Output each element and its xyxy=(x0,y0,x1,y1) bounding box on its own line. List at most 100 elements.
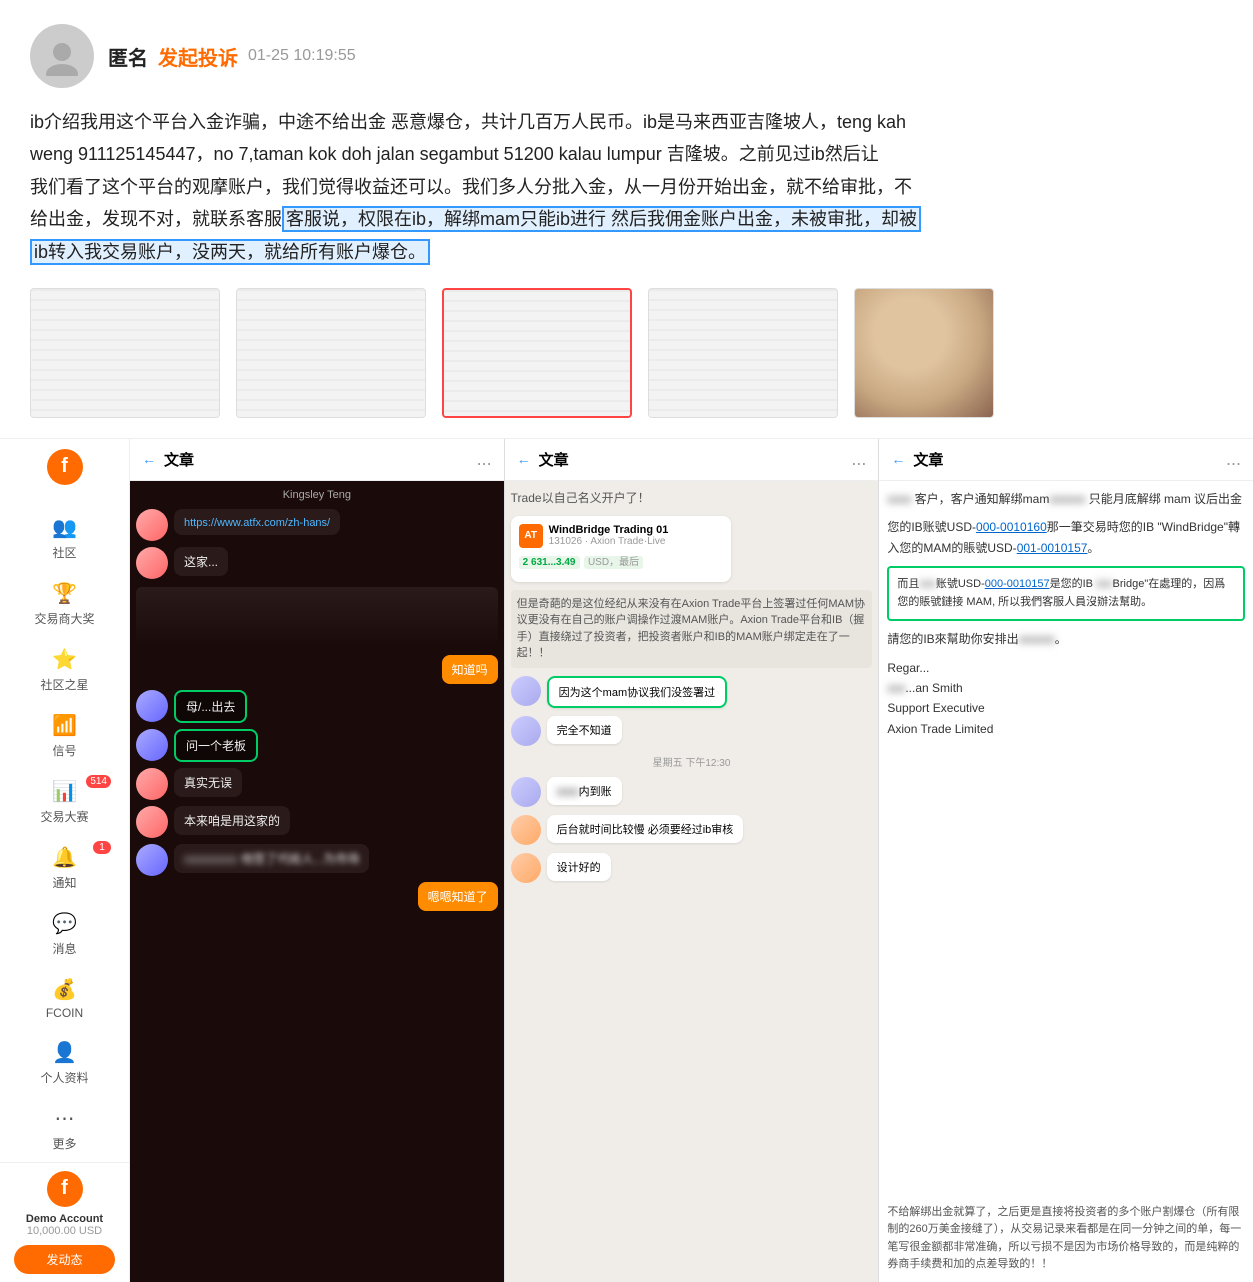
highlight-text-2: ib转入我交易账户，没两天，就给所有账户爆仓。 xyxy=(30,239,430,265)
contest-icon: 📊 xyxy=(52,779,77,804)
ss-more-3[interactable]: ... xyxy=(1226,449,1241,470)
ss-more-2[interactable]: ... xyxy=(851,449,866,470)
sidebar-item-notification[interactable]: 1 🔔 通知 xyxy=(0,835,129,901)
chat-row-1: https://www.atfx.com/zh-hans/ xyxy=(136,509,498,541)
profile-icon: 👤 xyxy=(52,1040,77,1065)
complaint-section: 匿名 发起投诉 01-25 10:19:55 ib介绍我用这个平台入金诈骗，中途… xyxy=(0,0,1253,439)
chat2-avatar-3 xyxy=(511,777,541,807)
ss-body-3: xxxx 客户，客户通知解绑mamxxxxxx 只能月底解绑 mam 议后出金 … xyxy=(879,481,1253,1282)
awards-icon: 🏆 xyxy=(52,581,77,606)
complaint-image-1[interactable] xyxy=(30,288,220,418)
chat-row-2: 这家... xyxy=(136,547,498,579)
chat-avatar-4 xyxy=(136,729,168,761)
chat-row-3: 知道吗 xyxy=(136,655,498,684)
chat-image-placeholder xyxy=(136,587,498,647)
sidebar-label-more: 更多 xyxy=(52,1135,76,1152)
chat2-row-2: 完全不知道 xyxy=(511,716,873,746)
complaint-photo[interactable] xyxy=(854,288,994,418)
sidebar-item-profile[interactable]: 👤 个人资料 xyxy=(0,1030,129,1096)
sidebar-item-more[interactable]: ⋯ 更多 xyxy=(0,1096,129,1162)
community-icon: 👥 xyxy=(52,515,77,540)
sidebar-label-awards: 交易商大奖 xyxy=(34,610,94,627)
back-arrow-2[interactable]: ← xyxy=(517,451,531,467)
sidebar-label-message: 消息 xyxy=(52,940,76,957)
ss-title-2: 文章 xyxy=(539,449,844,470)
sidebar-item-awards[interactable]: 🏆 交易商大奖 xyxy=(0,571,129,637)
chat2-avatar-2 xyxy=(511,716,541,746)
chat-avatar-7 xyxy=(136,844,168,876)
complaint-image-4[interactable] xyxy=(648,288,838,418)
chat2-bubble-4: 后台就时间比较慢 必须要经过ib审核 xyxy=(547,815,744,843)
chat-col-1: Kingsley Teng https://www.atfx.com/zh-ha… xyxy=(130,481,504,1282)
link-3[interactable]: 000-0010157 xyxy=(985,578,1050,590)
chat3-green-box: 而且xxx账號USD-000-0010157是您的IB xxxBridge"在處… xyxy=(887,566,1245,621)
complaint-image-3[interactable] xyxy=(442,288,632,418)
chat-avatar-1 xyxy=(136,509,168,541)
complaint-body: ib介绍我用这个平台入金诈骗，中途不给出金 恶意爆仓，共计几百万人民币。ib是马… xyxy=(30,106,1223,268)
star-icon: ⭐ xyxy=(52,647,77,672)
notification-badge: 1 xyxy=(93,841,111,854)
more-icon: ⋯ xyxy=(55,1106,75,1131)
sidebar-item-community[interactable]: 👥 社区 xyxy=(0,505,129,571)
notification-icon: 🔔 xyxy=(52,845,77,870)
chat2-row-5: 设计好的 xyxy=(511,853,873,883)
back-arrow-3[interactable]: ← xyxy=(891,451,905,467)
sidebar-logo: f xyxy=(47,449,83,485)
post-status-button[interactable]: 发动态 xyxy=(14,1245,116,1274)
chat3-footer: 不给解绑出金就算了，之后更是直接将投资者的多个账户割爆仓（所有限制的260万美金… xyxy=(887,1204,1245,1274)
sidebar-item-contest[interactable]: 514 📊 交易大赛 xyxy=(0,769,129,835)
demo-account-balance: 10,000.00 USD xyxy=(8,1225,121,1237)
chat-contact-name: Kingsley Teng xyxy=(136,487,498,503)
ss-title-3: 文章 xyxy=(913,449,1218,470)
sidebar-label-notification: 通知 xyxy=(52,874,76,891)
chat2-row-3: xxxx内到账 xyxy=(511,777,873,807)
sidebar-label-star: 社区之星 xyxy=(40,676,88,693)
link-1[interactable]: 000-0010160 xyxy=(976,520,1047,534)
chat3-content-2: 請您的IB來幫助你安排出xxxxxx。 xyxy=(887,629,1245,649)
sidebar-item-fcoin[interactable]: 💰 FCOIN xyxy=(0,967,129,1030)
link-2[interactable]: 001-0010157 xyxy=(1017,541,1088,555)
chat-bubble-3: 本来咱是用这家的 xyxy=(174,806,290,835)
chat-bubble-green-2: 问一个老板 xyxy=(174,729,258,762)
chat-row-5: 问一个老板 xyxy=(136,729,498,762)
screenshot-col-1: ← 文章 ... Kingsley Teng https://www.atfx.… xyxy=(130,439,505,1282)
chat2-card: AT WindBridge Trading 01 131026 · Axion … xyxy=(511,516,731,582)
sidebar-label-profile: 个人资料 xyxy=(40,1069,88,1086)
card-sub: 131026 · Axion Trade·Live xyxy=(549,536,669,547)
screenshot-col-2: ← 文章 ... Trade以自己名义开户了！ AT WindBridge Tr… xyxy=(505,439,880,1282)
complaint-tag[interactable]: 发起投诉 xyxy=(158,42,238,71)
sidebar-label-community: 社区 xyxy=(52,544,76,561)
complaint-image-2[interactable] xyxy=(236,288,426,418)
ss-header-2: ← 文章 ... xyxy=(505,439,879,481)
chat-row-8: xxxxxxxxx 他签了代给人...为市场 xyxy=(136,844,498,876)
sidebar-label-contest: 交易大赛 xyxy=(40,808,88,825)
chat-row-9: 嗯嗯知道了 xyxy=(136,882,498,911)
complaint-title-area: 匿名 发起投诉 01-25 10:19:55 xyxy=(108,42,356,71)
sidebar-item-signal[interactable]: 📶 信号 xyxy=(0,703,129,769)
ss-header-1: ← 文章 ... xyxy=(130,439,504,481)
sidebar-item-star[interactable]: ⭐ 社区之星 xyxy=(0,637,129,703)
chat-avatar-6 xyxy=(136,806,168,838)
ss-more-1[interactable]: ... xyxy=(477,449,492,470)
demo-account-name: Demo Account xyxy=(8,1213,121,1225)
chat3-intro: xxxx 客户，客户通知解绑mamxxxxxx 只能月底解绑 mam 议后出金 xyxy=(887,489,1245,509)
chat-row-4: 母/...出去 xyxy=(136,690,498,723)
chat-col-3: xxxx 客户，客户通知解绑mamxxxxxx 只能月底解绑 mam 议后出金 … xyxy=(879,481,1253,1282)
screenshot-col-3: ← 文章 ... xxxx 客户，客户通知解绑mamxxxxxx 只能月底解绑 … xyxy=(879,439,1253,1282)
chat2-timestamp: 星期五 下午12:30 xyxy=(511,754,873,769)
card-name: WindBridge Trading 01 xyxy=(549,524,669,536)
ss-header-3: ← 文章 ... xyxy=(879,439,1253,481)
sidebar-item-message[interactable]: 💬 消息 xyxy=(0,901,129,967)
contest-badge: 514 xyxy=(86,775,111,788)
chat-row-6: 真实无误 xyxy=(136,768,498,800)
back-arrow-1[interactable]: ← xyxy=(142,451,156,467)
chat2-bubble-3: xxxx内到账 xyxy=(547,777,622,805)
chat2-avatar-5 xyxy=(511,853,541,883)
complaint-header: 匿名 发起投诉 01-25 10:19:55 xyxy=(30,24,1223,88)
message-icon: 💬 xyxy=(52,911,77,936)
avatar xyxy=(30,24,94,88)
highlight-text: 客服说，权限在ib，解绑mam只能ib进行 然后我佣金账户出金，未被审批，却被 xyxy=(282,206,921,232)
chat-col-2: Trade以自己名义开户了！ AT WindBridge Trading 01 … xyxy=(505,481,879,1282)
chat2-bubble-2: 完全不知道 xyxy=(547,716,622,744)
complaint-images xyxy=(30,288,1223,418)
